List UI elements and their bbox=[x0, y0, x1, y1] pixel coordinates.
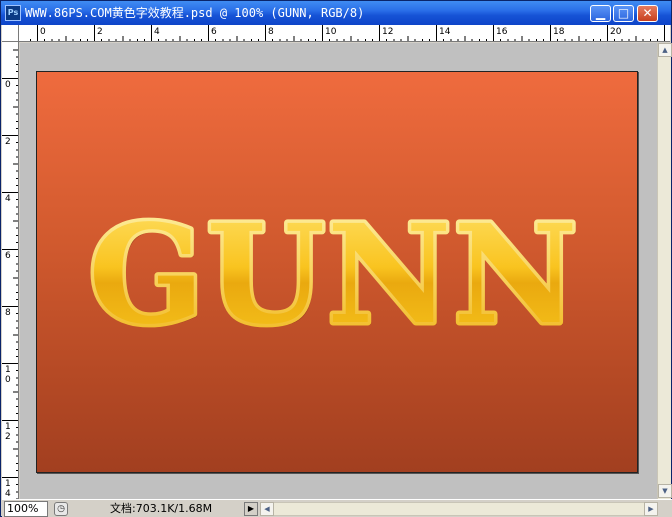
canvas-text-gunn: GUNN bbox=[88, 195, 579, 355]
window-title: WWW.86PS.COM黄色字效教程.psd @ 100% (GUNN, RGB… bbox=[25, 6, 365, 20]
ruler-label: 4 bbox=[154, 27, 160, 37]
horizontal-scrollbar[interactable]: ◀ ▶ bbox=[260, 502, 658, 516]
document-window: Ps WWW.86PS.COM黄色字效教程.psd @ 100% (GUNN, … bbox=[0, 0, 672, 517]
vertical-ruler-ticks: 02468101214 bbox=[2, 49, 18, 499]
ruler-label: 0 bbox=[5, 375, 11, 385]
ruler-label: 2 bbox=[5, 432, 11, 442]
ruler-label: 1 bbox=[5, 479, 11, 489]
title-bar[interactable]: Ps WWW.86PS.COM黄色字效教程.psd @ 100% (GUNN, … bbox=[1, 1, 671, 25]
scroll-left-arrow[interactable]: ◀ bbox=[260, 502, 274, 516]
ruler-label: 0 bbox=[40, 27, 46, 37]
zoom-level-field[interactable]: 100% bbox=[4, 501, 48, 517]
ruler-label: 20 bbox=[610, 27, 622, 37]
resize-grip[interactable] bbox=[658, 502, 672, 516]
photoshop-app-icon[interactable]: Ps bbox=[5, 5, 21, 21]
ruler-label: 4 bbox=[5, 194, 11, 204]
vertical-ruler[interactable]: 02468101214 bbox=[2, 42, 19, 499]
ruler-label: 1 bbox=[5, 365, 11, 375]
canvas-artwork: GUNN GUNN bbox=[85, 192, 581, 359]
document-size-info: 文档:703.1K/1.68M bbox=[110, 502, 213, 515]
minimize-button[interactable]: ▁ bbox=[590, 5, 611, 22]
ruler-label: 6 bbox=[211, 27, 217, 37]
scroll-down-arrow[interactable]: ▼ bbox=[658, 484, 672, 498]
ruler-label: 10 bbox=[325, 27, 337, 37]
ruler-label: 2 bbox=[5, 137, 11, 147]
ruler-label: 18 bbox=[553, 27, 565, 37]
vertical-scrollbar[interactable]: ▲ ▼ bbox=[657, 43, 672, 499]
ruler-label: 6 bbox=[5, 251, 11, 261]
ruler-label: 14 bbox=[439, 27, 451, 37]
document-canvas[interactable]: GUNN GUNN bbox=[36, 71, 638, 473]
ruler-label: 12 bbox=[382, 27, 393, 37]
scroll-right-arrow[interactable]: ▶ bbox=[644, 502, 658, 516]
status-bar: 100% ◷ 文档:703.1K/1.68M ▶ ◀ ▶ bbox=[2, 499, 672, 517]
maximize-button[interactable]: □ bbox=[613, 5, 634, 22]
ruler-label: 16 bbox=[496, 27, 508, 37]
ruler-label: 2 bbox=[97, 27, 103, 37]
ruler-label: 1 bbox=[5, 422, 11, 432]
ruler-origin[interactable] bbox=[2, 25, 19, 42]
status-menu-arrow[interactable]: ▶ bbox=[244, 502, 258, 516]
ruler-label: 8 bbox=[268, 27, 274, 37]
ruler-label: 8 bbox=[5, 308, 11, 318]
close-button[interactable]: ✕ bbox=[637, 5, 658, 22]
scroll-up-arrow[interactable]: ▲ bbox=[658, 43, 672, 57]
horizontal-ruler-ticks: 0 2 4 6 8 10 12 14 16 18 20 bbox=[29, 25, 665, 41]
horizontal-ruler[interactable]: 0 2 4 6 8 10 12 14 16 18 20 bbox=[19, 25, 670, 42]
ruler-label: 4 bbox=[5, 489, 11, 499]
canvas-workspace[interactable]: GUNN GUNN bbox=[20, 43, 657, 499]
status-clock-icon[interactable]: ◷ bbox=[54, 502, 68, 516]
ruler-label: 0 bbox=[5, 80, 11, 90]
